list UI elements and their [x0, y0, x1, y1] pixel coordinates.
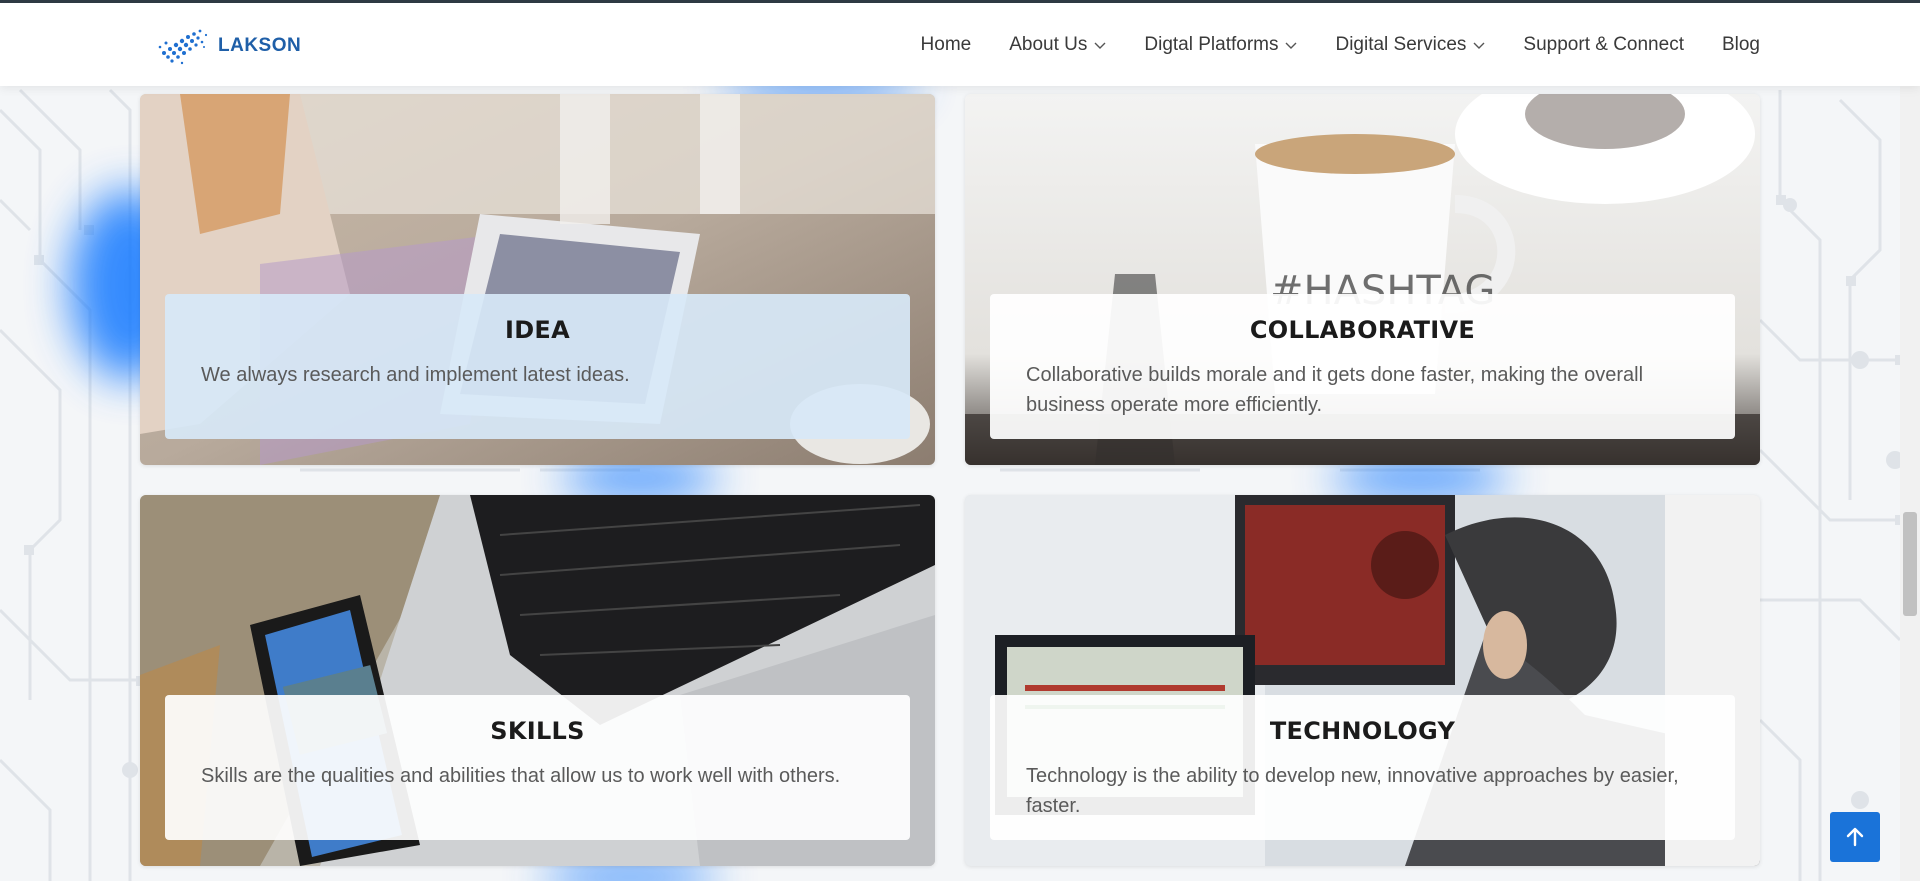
background-glow — [1330, 460, 1510, 496]
nav-item-home[interactable]: Home — [921, 34, 972, 56]
feature-card-collaborative: #HASHTAG COLLABORATIVE Collaborative bui… — [965, 94, 1760, 465]
chevron-down-icon — [1473, 42, 1485, 49]
nav-item-blog[interactable]: Blog — [1722, 34, 1760, 56]
site-logo[interactable]: LAKSON — [156, 25, 301, 67]
scrollbar-track[interactable] — [1900, 86, 1920, 881]
nav-item-label: Blog — [1721, 33, 1760, 55]
card-title: IDEA — [504, 316, 571, 344]
feature-card-idea: IDEA We always research and implement la… — [140, 94, 935, 465]
feature-card-skills: SKILLS Skills are the qualities and abil… — [140, 495, 935, 866]
lakson-logo-icon — [158, 29, 208, 65]
nav-item-digital-services[interactable]: Digital Services — [1335, 34, 1485, 56]
card-description: Skills are the qualities and abilities t… — [201, 765, 841, 787]
chevron-down-icon — [1094, 42, 1106, 49]
card-description: Technology is the ability to develop new… — [1026, 765, 1679, 817]
nav-item-digital-platforms[interactable]: Digtal Platforms — [1144, 34, 1297, 56]
card-caption: SKILLS Skills are the qualities and abil… — [165, 695, 910, 840]
nav-item-label: Home — [920, 33, 972, 55]
card-caption: COLLABORATIVE Collaborative builds moral… — [990, 294, 1735, 439]
background-glow — [560, 460, 720, 496]
card-title: SKILLS — [490, 717, 585, 745]
card-caption: TECHNOLOGY Technology is the ability to … — [990, 695, 1735, 840]
card-title: TECHNOLOGY — [1269, 717, 1456, 745]
brand-name: LAKSON — [218, 35, 302, 56]
arrow-up-icon — [1846, 827, 1864, 847]
nav-item-label: Digital Services — [1335, 33, 1467, 55]
feature-card-technology: TECHNOLOGY Technology is the ability to … — [965, 495, 1760, 866]
card-caption: IDEA We always research and implement la… — [165, 294, 910, 439]
chevron-down-icon — [1285, 42, 1297, 49]
card-description: We always research and implement latest … — [201, 364, 630, 386]
nav-item-label: Digtal Platforms — [1144, 33, 1279, 55]
nav-item-support-connect[interactable]: Support & Connect — [1523, 34, 1684, 56]
scrollbar-thumb[interactable] — [1903, 512, 1917, 616]
card-title: COLLABORATIVE — [1249, 316, 1476, 344]
site-header: LAKSON Home About Us Digtal Platforms Di… — [0, 3, 1920, 86]
main-nav: Home About Us Digtal Platforms Digital S… — [921, 3, 1760, 86]
nav-item-label: About Us — [1009, 33, 1088, 55]
back-to-top-button[interactable] — [1830, 812, 1880, 862]
card-description: Collaborative builds morale and it gets … — [1026, 364, 1644, 416]
nav-item-label: Support & Connect — [1523, 33, 1684, 55]
nav-item-about-us[interactable]: About Us — [1009, 34, 1106, 56]
